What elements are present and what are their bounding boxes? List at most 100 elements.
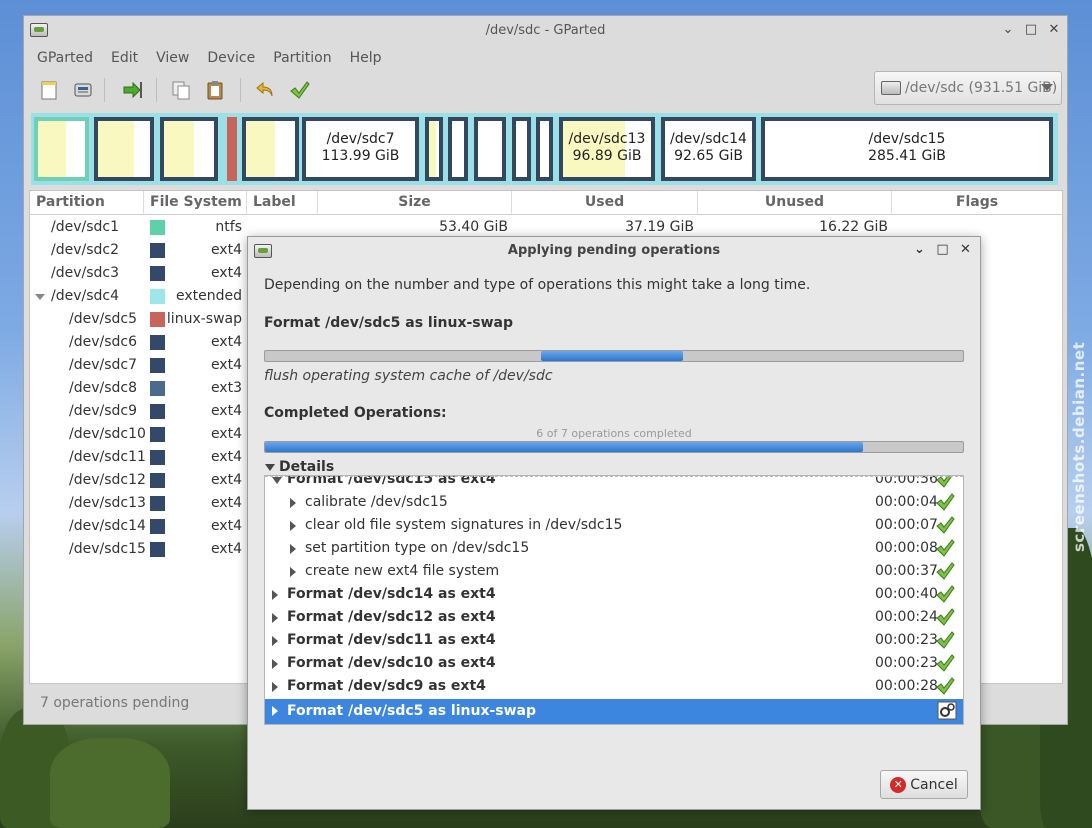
disk-map-partition[interactable]: /dev/sdc13 96.89 GiB <box>559 117 655 181</box>
chevron-right-icon[interactable] <box>272 682 278 692</box>
disk-map-partition[interactable] <box>536 117 553 181</box>
apply-icon[interactable] <box>286 77 312 103</box>
filesystem-color-swatch <box>150 335 165 350</box>
disk-map-partition-size: 113.99 GiB <box>321 148 400 164</box>
dialog-close-button[interactable]: ✕ <box>959 242 972 258</box>
operation-row[interactable]: Format /dev/sdc12 as ext4 00:00:24 <box>265 606 963 629</box>
filesystem-name: ext4 <box>210 265 242 281</box>
disk-map-partition-name: /dev/sdc15 <box>868 131 946 147</box>
menu-view[interactable]: View <box>147 46 198 72</box>
disk-map-partition[interactable] <box>160 117 218 181</box>
chevron-down-icon[interactable] <box>272 477 282 484</box>
col-partition[interactable]: Partition <box>30 191 144 215</box>
chevron-right-icon[interactable] <box>290 498 296 508</box>
table-header: Partition File System Label Size Used Un… <box>30 191 1062 215</box>
disk-map-partition-name: /dev/sdc7 <box>326 131 395 147</box>
chevron-right-icon[interactable] <box>290 567 296 577</box>
chevron-right-icon[interactable] <box>290 521 296 531</box>
minimize-button[interactable]: ⌄ <box>1001 22 1015 38</box>
operation-row[interactable]: Format /dev/sdc11 as ext4 00:00:23 <box>265 629 963 652</box>
disk-map-partition[interactable]: /dev/sdc15 285.41 GiB <box>761 117 1053 181</box>
filesystem-name: ext4 <box>210 518 242 534</box>
menu-edit[interactable]: Edit <box>102 46 147 72</box>
operation-time: 00:00:08 <box>875 540 938 556</box>
cancel-icon: ✕ <box>890 776 907 793</box>
operation-row[interactable]: Format /dev/sdc5 as linux-swap <box>265 699 963 724</box>
partition-name: /dev/sdc14 <box>69 518 146 534</box>
col-size[interactable]: Size <box>318 191 512 215</box>
device-selector[interactable]: /dev/sdc (931.51 GiB) <box>874 71 1062 105</box>
paste-icon[interactable] <box>202 77 228 103</box>
checkmark-icon <box>935 584 955 604</box>
menu-device[interactable]: Device <box>198 46 264 72</box>
chevron-right-icon[interactable] <box>290 544 296 554</box>
chevron-right-icon[interactable] <box>272 659 278 669</box>
operation-label: Format /dev/sdc10 as ext4 <box>287 655 496 671</box>
cancel-button[interactable]: ✕ Cancel <box>880 770 968 799</box>
titlebar: /dev/sdc - GParted ⌄ □ ✕ <box>24 16 1067 46</box>
partition-name: /dev/sdc9 <box>69 403 138 419</box>
operation-row[interactable]: Format /dev/sdc14 as ext4 00:00:40 <box>265 583 963 606</box>
disk-map-partition[interactable]: /dev/sdc7 113.99 GiB <box>302 117 419 181</box>
disk-map-partition[interactable] <box>448 117 468 181</box>
filesystem-name: ext4 <box>210 334 242 350</box>
disk-map-partition[interactable] <box>227 117 237 181</box>
col-flags[interactable]: Flags <box>892 191 1062 215</box>
operation-label: set partition type on /dev/sdc15 <box>305 540 530 556</box>
operation-label: Format /dev/sdc14 as ext4 <box>287 586 496 602</box>
partition-name: /dev/sdc13 <box>69 495 146 511</box>
undo-icon[interactable] <box>252 77 278 103</box>
chevron-down-icon <box>1041 84 1053 91</box>
partition-size: 53.40 GiB <box>439 219 508 235</box>
operation-label: Format /dev/sdc11 as ext4 <box>287 632 496 648</box>
chevron-right-icon[interactable] <box>272 613 278 623</box>
col-label[interactable]: Label <box>247 191 318 215</box>
operation-row[interactable]: create new ext4 file system 00:00:37 <box>265 560 963 583</box>
partition-name: /dev/sdc8 <box>69 380 138 396</box>
operation-row[interactable]: clear old file system signatures in /dev… <box>265 514 963 537</box>
menu-gparted[interactable]: GParted <box>28 46 102 72</box>
operation-row[interactable]: Format /dev/sdc10 as ext4 00:00:23 <box>265 652 963 675</box>
disk-map-partition[interactable] <box>242 117 299 181</box>
chevron-right-icon[interactable] <box>272 636 278 646</box>
operation-row[interactable]: calibrate /dev/sdc15 00:00:04 <box>265 491 963 514</box>
disk-map-partition[interactable] <box>512 117 531 181</box>
menu-help[interactable]: Help <box>341 46 391 72</box>
operation-row[interactable]: Format /dev/sdc9 as ext4 00:00:28 <box>265 675 963 698</box>
disk-map-partition[interactable] <box>474 117 506 181</box>
filesystem-color-swatch <box>150 358 165 373</box>
current-operation: Format /dev/sdc5 as linux-swap <box>264 315 514 331</box>
disk-map-partition[interactable] <box>94 117 154 181</box>
expander-icon[interactable] <box>35 294 45 300</box>
operation-row[interactable]: Format /dev/sdc15 as ext4 00:00:56 <box>265 476 963 491</box>
dialog-minimize-button[interactable]: ⌄ <box>913 242 926 258</box>
disk-map-partition[interactable] <box>34 117 89 181</box>
partition-name: /dev/sdc11 <box>69 449 146 465</box>
chevron-right-icon[interactable] <box>272 590 278 600</box>
new-icon[interactable] <box>36 77 62 103</box>
menu-partition[interactable]: Partition <box>264 46 340 72</box>
disk-map-partition[interactable] <box>425 117 443 181</box>
close-button[interactable]: ✕ <box>1047 22 1061 38</box>
col-used[interactable]: Used <box>512 191 698 215</box>
completed-count-text: 6 of 7 operations completed <box>536 427 692 440</box>
disk-map-partition[interactable]: /dev/sdc14 92.65 GiB <box>661 117 756 181</box>
menubar: GParted Edit View Device Partition Help <box>24 46 1067 72</box>
delete-icon[interactable] <box>70 77 96 103</box>
resize-move-icon[interactable] <box>120 77 146 103</box>
operation-row[interactable]: set partition type on /dev/sdc15 00:00:08 <box>265 537 963 560</box>
details-expander[interactable]: Details <box>265 459 334 475</box>
filesystem-name: linux-swap <box>166 311 242 327</box>
completed-progress-bar <box>264 441 964 453</box>
chevron-right-icon[interactable] <box>272 706 278 716</box>
filesystem-color-swatch <box>150 243 165 258</box>
col-filesystem[interactable]: File System <box>144 191 247 215</box>
maximize-button[interactable]: □ <box>1024 22 1038 38</box>
partition-name: /dev/sdc4 <box>51 288 120 304</box>
partition-unused: 16.22 GiB <box>819 219 888 235</box>
disk-map: /dev/sdc7 113.99 GiB/dev/sdc13 96.89 GiB/d… <box>31 113 1058 185</box>
col-unused[interactable]: Unused <box>698 191 892 215</box>
copy-icon[interactable] <box>168 77 194 103</box>
checkmark-icon <box>935 492 955 512</box>
dialog-maximize-button[interactable]: □ <box>936 242 949 258</box>
